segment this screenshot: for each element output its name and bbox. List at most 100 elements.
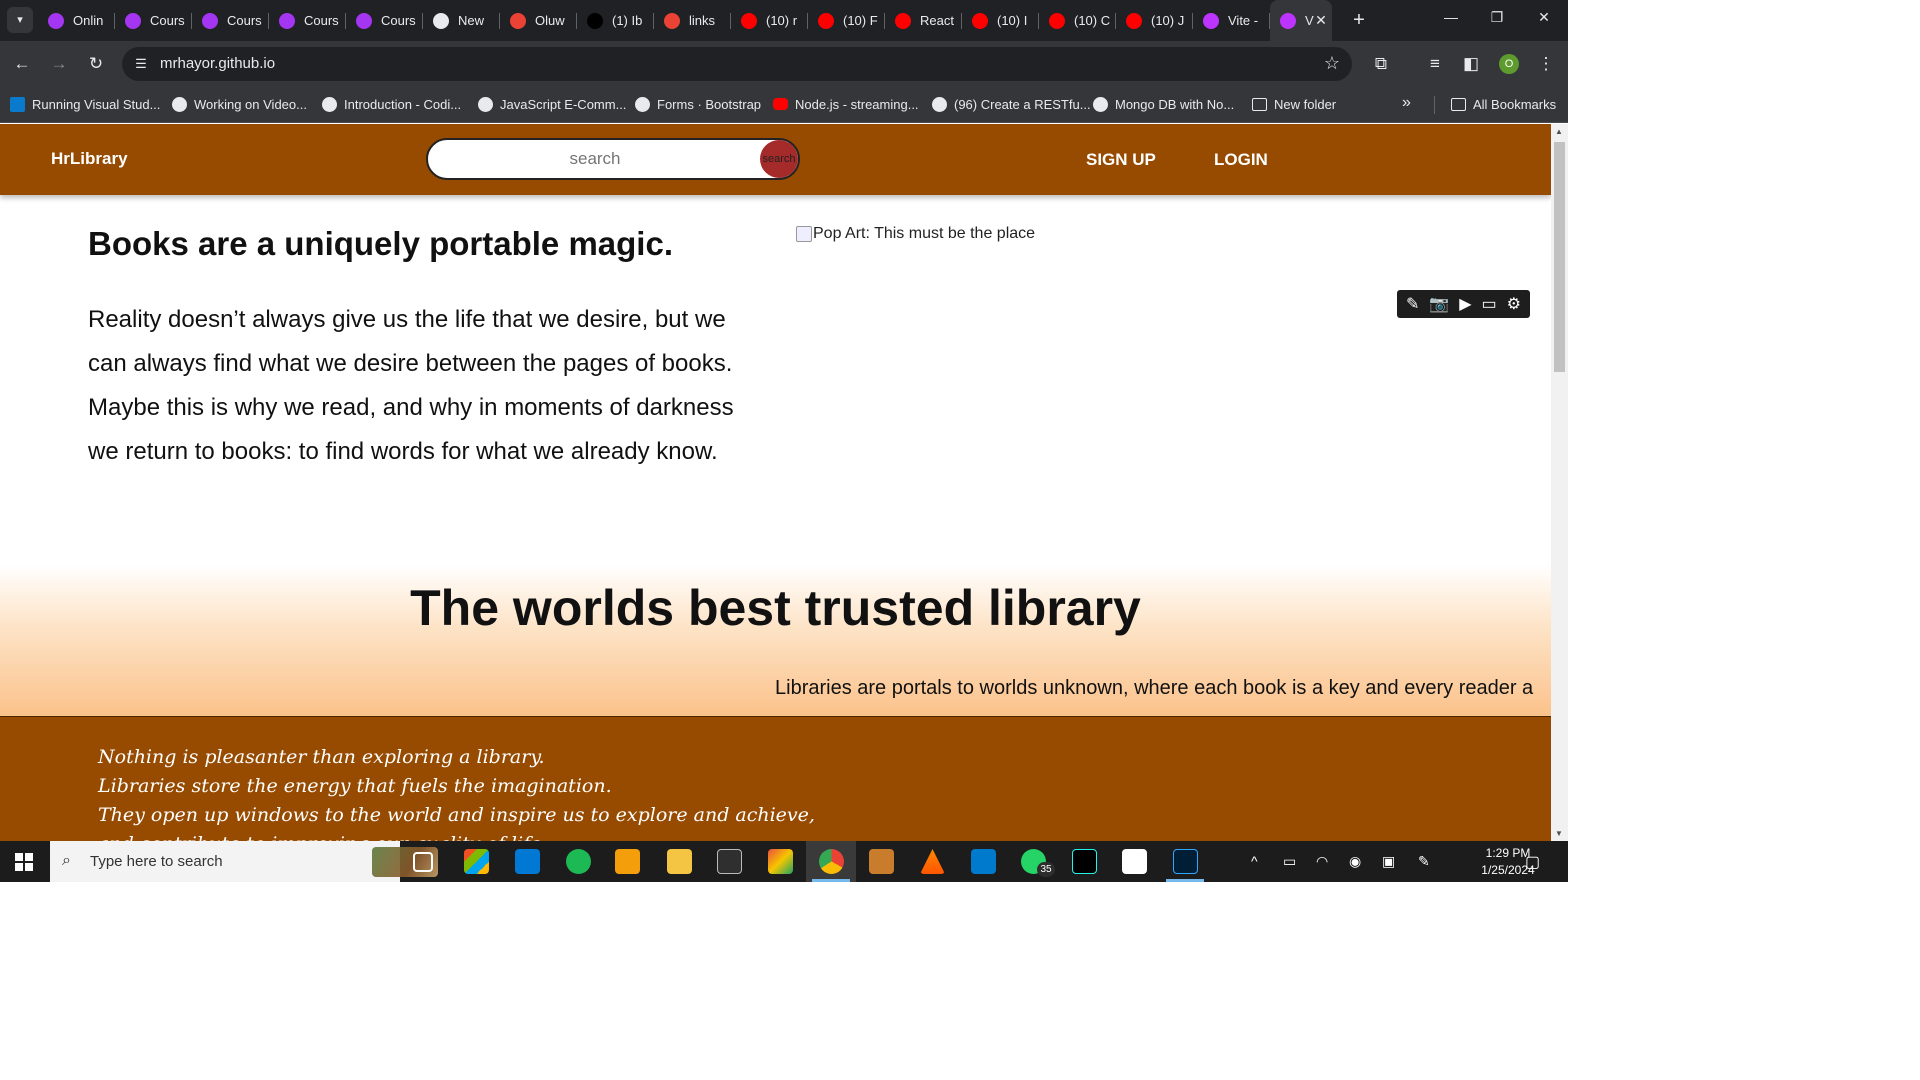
show-hidden-icons-chevron[interactable]: ^: [1251, 853, 1258, 869]
bookmarks-bar: Running Visual Stud... Working on Video..…: [0, 87, 1568, 123]
quote-line: Libraries store the energy that fuels th…: [98, 775, 612, 797]
scroll-down-arrow-icon[interactable]: ▼: [1555, 829, 1563, 838]
login-link[interactable]: LOGIN: [1214, 150, 1268, 170]
youtube-icon: [741, 12, 757, 29]
media-player-icon[interactable]: [615, 849, 640, 874]
chrome-menu-icon[interactable]: ⋮: [1534, 52, 1558, 76]
task-view-icon[interactable]: [413, 852, 433, 872]
scroll-up-arrow-icon[interactable]: ▲: [1555, 127, 1563, 136]
file-explorer-icon[interactable]: [667, 849, 692, 874]
browser-tab[interactable]: Cours: [346, 0, 423, 41]
terminal-icon[interactable]: [717, 849, 742, 874]
more-bookmarks-chevron-icon[interactable]: »: [1402, 94, 1411, 112]
bookmark-item[interactable]: New folder: [1252, 95, 1336, 113]
browser-tab[interactable]: (10) I: [962, 0, 1039, 41]
bookmark-item[interactable]: (96) Create a RESTfu...: [932, 95, 1091, 113]
signup-link[interactable]: SIGN UP: [1086, 150, 1156, 170]
browser-tab[interactable]: Cours: [115, 0, 192, 41]
vlc-icon[interactable]: [920, 849, 945, 874]
minimize-window-icon[interactable]: —: [1436, 9, 1466, 25]
extensions-puzzle-icon[interactable]: ⧉: [1369, 52, 1393, 76]
profile-avatar[interactable]: O: [1499, 54, 1519, 74]
bookmark-item[interactable]: Forms · Bootstrap: [635, 95, 761, 113]
browser-tab[interactable]: (1) Ib: [577, 0, 654, 41]
windows-start-icon[interactable]: [15, 853, 33, 871]
webcam-icon[interactable]: ◉: [1349, 853, 1361, 870]
browser-tab[interactable]: React: [885, 0, 962, 41]
site-search-input[interactable]: [428, 140, 762, 178]
scrollbar-thumb[interactable]: [1554, 142, 1565, 372]
all-bookmarks-button[interactable]: All Bookmarks: [1451, 95, 1556, 113]
window-capture-icon[interactable]: ▭: [1482, 294, 1497, 314]
spotify-icon[interactable]: [566, 849, 591, 874]
tab-search-chevron-icon[interactable]: ▾: [7, 7, 33, 33]
browser-tab[interactable]: Cours: [269, 0, 346, 41]
browser-tab[interactable]: New: [423, 0, 500, 41]
vite-icon: [1280, 12, 1296, 29]
youtube-icon: [818, 12, 834, 29]
side-panel-icon[interactable]: ◧: [1459, 52, 1483, 76]
close-tab-icon[interactable]: ✕: [1312, 11, 1330, 29]
tiktok-icon[interactable]: [1072, 849, 1097, 874]
wifi-icon[interactable]: ◠: [1316, 853, 1328, 870]
forward-arrow-icon[interactable]: →: [47, 52, 71, 76]
browser-tab[interactable]: (10) r: [731, 0, 808, 41]
browser-toolbar: ← → ↻ ☰ mrhayor.github.io ☆ ⧉ ≡ ◧ O ⋮: [0, 41, 1568, 87]
camera-icon[interactable]: 📷: [1429, 294, 1449, 314]
browser-tab[interactable]: (10) C: [1039, 0, 1116, 41]
url-text[interactable]: mrhayor.github.io: [160, 55, 275, 72]
tab-title: Cours: [381, 13, 416, 28]
taskbar-search-box[interactable]: ⌕ Type here to search: [50, 841, 438, 882]
taskbar-search-placeholder[interactable]: Type here to search: [90, 853, 223, 870]
browser-tab[interactable]: (10) F: [808, 0, 885, 41]
site-search-button[interactable]: search: [760, 140, 798, 178]
youtube-icon: [895, 12, 911, 29]
address-bar[interactable]: ☰ mrhayor.github.io ☆: [122, 47, 1352, 81]
battery-icon[interactable]: ▭: [1283, 853, 1296, 870]
bookmark-item[interactable]: JavaScript E-Comm...: [478, 95, 626, 113]
tab-title: Oluw: [535, 13, 565, 28]
new-tab-plus-icon[interactable]: +: [1346, 8, 1372, 34]
globe-icon: [1093, 96, 1108, 112]
browser-tab[interactable]: Cours: [192, 0, 269, 41]
site-brand-link[interactable]: HrLibrary: [51, 149, 128, 169]
vscode-icon[interactable]: [971, 849, 996, 874]
bookmark-item[interactable]: Running Visual Stud...: [10, 95, 160, 113]
bookmark-item[interactable]: Introduction - Codi...: [322, 95, 461, 113]
pen-icon[interactable]: ✎: [1418, 853, 1430, 870]
restore-window-icon[interactable]: ❐: [1482, 9, 1512, 26]
bookmark-star-icon[interactable]: ☆: [1324, 53, 1340, 74]
capcut-icon[interactable]: [1122, 849, 1147, 874]
browser-tab[interactable]: Oluw: [500, 0, 577, 41]
bookmark-item[interactable]: Working on Video...: [172, 95, 307, 113]
sublime-text-icon[interactable]: [869, 849, 894, 874]
hero-image-alt-text: Pop Art: This must be the place: [813, 225, 1036, 242]
bookmark-item[interactable]: Node.js - streaming...: [773, 95, 919, 113]
globe-icon: [932, 96, 947, 112]
browser-tab[interactable]: links: [654, 0, 731, 41]
page-scrollbar[interactable]: ▲ ▼: [1551, 124, 1568, 841]
chrome-icon[interactable]: [819, 849, 844, 874]
bookmark-item[interactable]: Mongo DB with No...: [1093, 95, 1234, 113]
mail-icon[interactable]: [515, 849, 540, 874]
video-camera-icon[interactable]: ▶: [1459, 294, 1471, 314]
close-window-icon[interactable]: ✕: [1529, 9, 1559, 26]
windows-taskbar: ⌕ Type here to search 35 ^ ▭ ◠ ◉ ▣ ✎ 1:2…: [0, 841, 1568, 882]
display-icon[interactable]: ▣: [1382, 853, 1395, 870]
browser-tab[interactable]: Onlin: [38, 0, 115, 41]
back-arrow-icon[interactable]: ←: [10, 52, 34, 76]
reload-icon[interactable]: ↻: [84, 52, 108, 76]
media-controls-icon[interactable]: ≡: [1423, 52, 1447, 76]
pin-edit-icon[interactable]: ✎: [1406, 294, 1419, 314]
bookmark-label: (96) Create a RESTfu...: [954, 96, 1091, 112]
gear-icon[interactable]: ⚙: [1507, 294, 1521, 314]
photoshop-icon[interactable]: [1173, 849, 1198, 874]
folder-icon: [1451, 97, 1466, 111]
notifications-icon[interactable]: ▢: [1525, 852, 1540, 872]
browser-tab[interactable]: Vite -: [1193, 0, 1270, 41]
site-info-icon[interactable]: ☰: [132, 55, 150, 73]
microsoft-store-icon[interactable]: [464, 849, 489, 874]
browser-tab[interactable]: (10) J: [1116, 0, 1193, 41]
tab-title: Onlin: [73, 13, 104, 28]
git-client-icon[interactable]: [768, 849, 793, 874]
